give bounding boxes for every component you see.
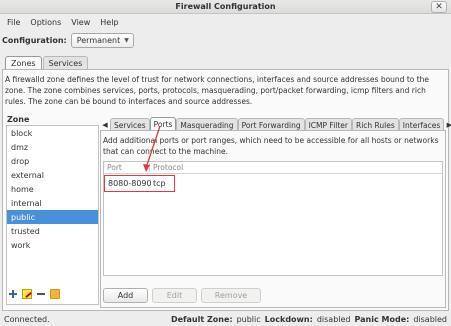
zone-list-label: Zone [7,115,30,124]
configuration-value: Permanent [76,35,121,45]
add-button[interactable]: Add [103,288,148,303]
column-protocol[interactable]: Protocol [150,163,183,172]
remove-icon[interactable] [36,289,46,299]
zone-item-external[interactable]: external [7,168,98,182]
panic-mode-value: disabled [413,315,447,324]
default-zone-value: public [236,315,261,324]
annotation-highlight [104,175,175,192]
zone-toolbar [8,289,60,299]
lockdown-value: disabled [316,315,351,324]
zone-item-public[interactable]: public [7,210,98,224]
menu-view[interactable]: View [66,18,95,27]
tab-services[interactable]: Services [42,56,89,69]
lockdown-label: Lockdown: [264,315,313,324]
outer-tabs: Zones Services [5,56,89,70]
zone-item-block[interactable]: block [7,126,98,140]
title-bar: Firewall Configuration ✕ [0,0,451,14]
add-icon[interactable] [8,289,18,299]
window-title: Firewall Configuration [175,2,276,11]
zone-item-work[interactable]: work [7,238,98,252]
zone-list[interactable]: block dmz drop external home internal pu… [6,125,99,305]
zone-item-dmz[interactable]: dmz [7,140,98,154]
zone-item-internal[interactable]: internal [7,196,98,210]
ports-table[interactable]: Port Protocol 8080-8090 tcp [103,161,443,276]
menu-bar: File Options View Help [0,14,451,30]
zone-item-home[interactable]: home [7,182,98,196]
edit-icon[interactable] [22,289,32,299]
default-zone-label: Default Zone: [170,315,233,324]
configuration-select[interactable]: Permanent ▼ [70,32,134,48]
close-button[interactable]: ✕ [431,1,447,13]
ports-panel: Add additional ports or port ranges, whi… [100,130,446,308]
ports-table-header: Port Protocol [104,162,442,174]
column-port[interactable]: Port [104,163,150,172]
configuration-label: Configuration: [2,35,67,45]
load-defaults-icon[interactable] [50,289,60,299]
chevron-down-icon: ▼ [124,36,129,44]
status-bar: Connected. Default Zone: public Lockdown… [0,313,451,326]
zones-description: A firewalld zone defines the level of tr… [5,75,430,106]
ports-buttons: Add Edit Remove [103,288,261,303]
menu-options[interactable]: Options [25,18,66,27]
menu-file[interactable]: File [2,18,25,27]
zone-item-trusted[interactable]: trusted [7,224,98,238]
configuration-row: Configuration: Permanent ▼ [2,32,134,48]
panic-mode-label: Panic Mode: [354,315,410,324]
connection-status: Connected. [4,315,50,324]
tab-ports[interactable]: Ports [149,117,177,131]
edit-button[interactable]: Edit [152,288,197,303]
tab-zones[interactable]: Zones [5,56,42,70]
menu-help[interactable]: Help [95,18,123,27]
zone-item-drop[interactable]: drop [7,154,98,168]
ports-description: Add additional ports or port ranges, whi… [103,136,439,156]
remove-button[interactable]: Remove [201,288,261,303]
zone-settings-tabs: ◀ Services Ports Masquerading Port Forwa… [100,117,451,131]
